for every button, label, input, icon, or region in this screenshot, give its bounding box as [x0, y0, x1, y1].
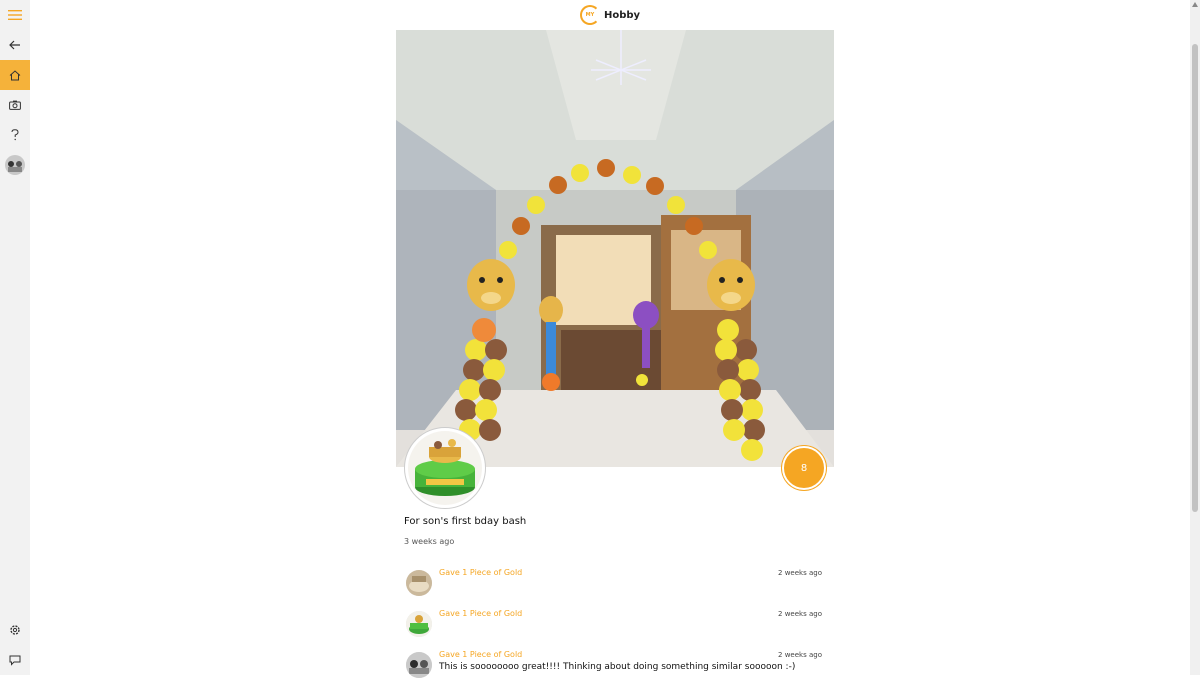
home-icon[interactable]: [0, 60, 30, 90]
logo-mark: MY: [579, 5, 600, 25]
user-avatar[interactable]: [406, 652, 432, 678]
cake-avatar-image: [408, 431, 482, 505]
activity-comment: This is soooooooo great!!!! Thinking abo…: [439, 662, 796, 672]
activity-action-link[interactable]: Gave 1 Piece of Gold: [439, 650, 522, 659]
title-bar: MY Hobby: [30, 0, 1190, 30]
activity-item: Gave 1 Piece of Gold 2 weeks ago This is…: [404, 648, 824, 680]
activity-action-link[interactable]: Gave 1 Piece of Gold: [439, 568, 522, 577]
help-icon[interactable]: [0, 120, 30, 150]
activity-item: Gave 1 Piece of Gold 2 weeks ago: [404, 566, 824, 598]
scroll-up-arrow-icon[interactable]: [1192, 2, 1198, 7]
profile-avatar[interactable]: [0, 150, 30, 180]
gold-count-badge[interactable]: 8: [782, 446, 826, 490]
app-title: Hobby: [603, 9, 641, 21]
back-arrow-icon[interactable]: [0, 30, 30, 60]
user-avatar[interactable]: [406, 570, 432, 596]
camera-icon[interactable]: [0, 90, 30, 120]
activity-timestamp: 2 weeks ago: [778, 651, 822, 659]
activity-timestamp: 2 weeks ago: [778, 569, 822, 577]
activity-action-link[interactable]: Gave 1 Piece of Gold: [439, 609, 522, 618]
poster-avatar[interactable]: [404, 427, 486, 509]
hamburger-menu-icon[interactable]: [0, 0, 30, 30]
app-logo: MY Hobby: [579, 5, 641, 25]
activity-item: Gave 1 Piece of Gold 2 weeks ago: [404, 607, 824, 639]
feedback-icon[interactable]: [0, 645, 30, 675]
balloon-arch-photo: [396, 30, 834, 467]
scroll-thumb[interactable]: [1192, 44, 1198, 512]
post-timestamp: 3 weeks ago: [404, 537, 455, 546]
app-sidebar: [0, 0, 30, 675]
activity-timestamp: 2 weeks ago: [778, 610, 822, 618]
post-photo[interactable]: [396, 30, 834, 467]
vertical-scrollbar[interactable]: [1190, 0, 1200, 675]
settings-gear-icon[interactable]: [0, 615, 30, 645]
post-caption: For son's first bday bash: [404, 516, 527, 527]
user-avatar[interactable]: [406, 611, 432, 637]
